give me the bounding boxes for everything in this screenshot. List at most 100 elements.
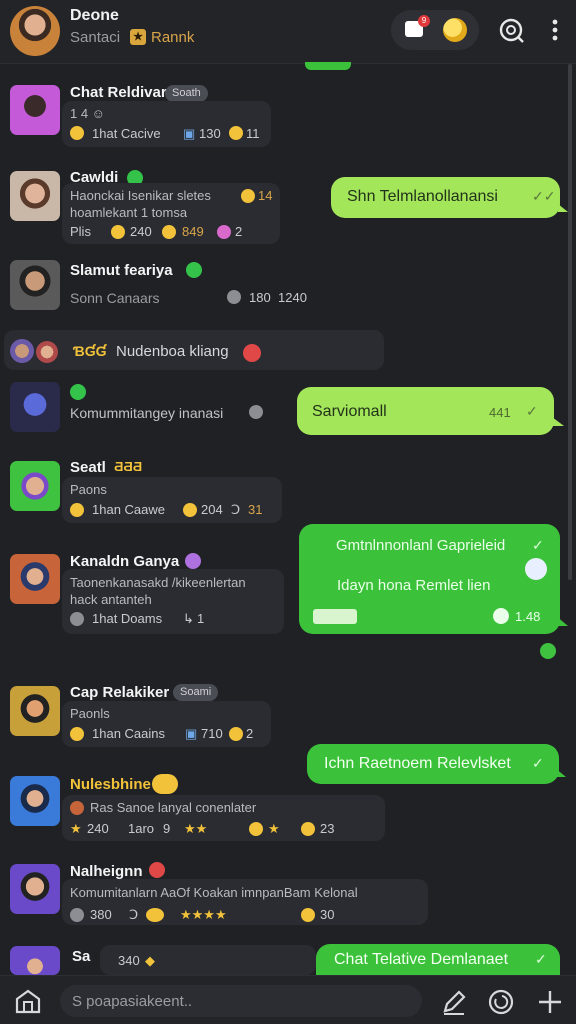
- rank-label: Rannk: [151, 29, 195, 46]
- outgoing-message-text: Gmtnlnnonlanl Gaprieleid: [336, 537, 506, 554]
- reaction-count: 31: [248, 502, 263, 517]
- star-icon: ★: [70, 821, 82, 836]
- verified-icon: [186, 262, 202, 278]
- avatar[interactable]: [10, 776, 60, 826]
- message-meta: 1hat Doams: [92, 611, 163, 626]
- double-check-icon: ✓: [526, 403, 538, 419]
- contact-name[interactable]: Nulesbhine: [70, 776, 151, 793]
- attachment-icons[interactable]: [313, 609, 357, 624]
- reaction-count: 1: [197, 611, 205, 626]
- heart-icon: [540, 643, 556, 659]
- contact-name[interactable]: Slamut feariya: [70, 262, 173, 279]
- link-icon: Ↄ: [129, 907, 139, 922]
- clock-icon: [70, 908, 84, 922]
- avatar[interactable]: [10, 864, 60, 914]
- profile-avatar[interactable]: [10, 6, 60, 56]
- composer-bar: S poapasiakeent..: [0, 975, 576, 1024]
- badge-icon: [149, 862, 165, 878]
- message-text-line2: hoamlekant 1 tomsa: [70, 205, 188, 220]
- edit-icon[interactable]: [440, 988, 468, 1016]
- double-check-icon: ✓: [532, 755, 544, 771]
- photo-icon: ▣: [185, 726, 198, 741]
- contact-name[interactable]: Chat Reldivar: [70, 84, 167, 101]
- reaction-count: 14: [258, 188, 273, 203]
- avatar[interactable]: [10, 171, 60, 221]
- forward-icon: ↳: [183, 611, 194, 626]
- message-text: Sonn Canaars: [70, 290, 160, 306]
- star-icon: ★: [268, 821, 280, 836]
- message-text: Ras Sanoe lanyal conenlater: [90, 800, 257, 815]
- photo-count: 710: [201, 726, 223, 741]
- heart-icon: [217, 225, 231, 239]
- reaction-count: 2: [246, 726, 254, 741]
- rank-icon: ★: [130, 29, 146, 45]
- avatar[interactable]: [10, 686, 60, 736]
- message-text: Paons: [70, 482, 107, 497]
- previous-bubble-edge: [305, 62, 351, 70]
- clock-icon: [227, 290, 241, 304]
- face-icon: [70, 801, 84, 815]
- plus-icon[interactable]: [536, 988, 564, 1016]
- smile-icon: [301, 822, 315, 836]
- message-text: Haonckai Isenikar sletes: [70, 188, 211, 203]
- message-text-line2: hack antanteh: [70, 592, 152, 607]
- reaction-count: 340: [118, 953, 140, 968]
- verified-icon: [70, 384, 86, 400]
- message-time: 441: [489, 405, 511, 420]
- reaction-count: 380: [90, 907, 112, 922]
- scrollbar[interactable]: [568, 64, 572, 580]
- avatar[interactable]: [10, 339, 34, 363]
- outgoing-message-text: Chat Telative Demlanaet: [334, 951, 509, 968]
- reaction-icon[interactable]: [525, 558, 547, 580]
- message-meta: 1han Caawe: [92, 502, 165, 517]
- avatar[interactable]: [10, 554, 60, 604]
- reaction-count: 9: [163, 821, 171, 836]
- double-check-icon: ✓: [532, 537, 544, 553]
- coin-icon[interactable]: [443, 18, 467, 42]
- message-input[interactable]: S poapasiakeent..: [60, 985, 422, 1017]
- search-icon[interactable]: [497, 16, 525, 44]
- message-meta: 1aro: [128, 821, 155, 836]
- verified-icon: [185, 553, 201, 569]
- group-name[interactable]: Nudenboa kliang: [116, 343, 229, 360]
- message-meta: 1hat Cacive: [92, 126, 161, 141]
- notification-badge: 9: [418, 15, 430, 27]
- bubble-tail: [552, 417, 564, 426]
- smile-icon: [301, 908, 315, 922]
- avatar[interactable]: [10, 85, 60, 135]
- double-check-icon: ✓: [535, 951, 547, 967]
- bubble-tail: [556, 616, 568, 626]
- message-input-placeholder: S poapasiakeent..: [72, 993, 193, 1010]
- status-tag: Soami: [173, 684, 219, 701]
- contact-name[interactable]: Seatl: [70, 459, 106, 476]
- settings-icon: [249, 405, 263, 419]
- link-icon: Ↄ: [231, 502, 241, 517]
- clock-icon: [70, 612, 84, 626]
- reaction-count: 30: [320, 907, 335, 922]
- contact-name[interactable]: Sa: [72, 948, 90, 965]
- avatar[interactable]: [36, 341, 58, 363]
- outgoing-message-text: Shn Telmlanollanansi: [347, 188, 498, 205]
- smile-icon: [229, 126, 243, 140]
- star-rating: ★★: [184, 821, 208, 836]
- home-icon[interactable]: [14, 988, 42, 1014]
- message-text: Komummitangey inanasi: [70, 405, 224, 421]
- reaction-count: 240: [130, 224, 152, 239]
- message-text: 1 4 ☺: [70, 106, 105, 121]
- avatar[interactable]: [10, 382, 60, 432]
- smile-icon: [70, 503, 84, 517]
- avatar[interactable]: [10, 260, 60, 310]
- contact-name[interactable]: Nalheignn: [70, 863, 143, 880]
- contact-name[interactable]: Cap Relakiker: [70, 684, 169, 701]
- more-icon[interactable]: [547, 14, 563, 46]
- smile-icon: [249, 822, 263, 836]
- contact-name[interactable]: Kanaldn Ganya: [70, 553, 179, 570]
- avatar[interactable]: [10, 461, 60, 511]
- message-time: 1.48: [515, 609, 541, 624]
- outgoing-message-text-line2: Idayn hona Remlet lien: [337, 577, 491, 594]
- reaction-count: 23: [320, 821, 335, 836]
- avatar[interactable]: [10, 946, 60, 975]
- refresh-icon[interactable]: [487, 988, 515, 1016]
- top-bar: Deone Santaci ★ Rannk 9: [0, 0, 576, 64]
- outgoing-message-text: Sarviomall: [312, 403, 387, 420]
